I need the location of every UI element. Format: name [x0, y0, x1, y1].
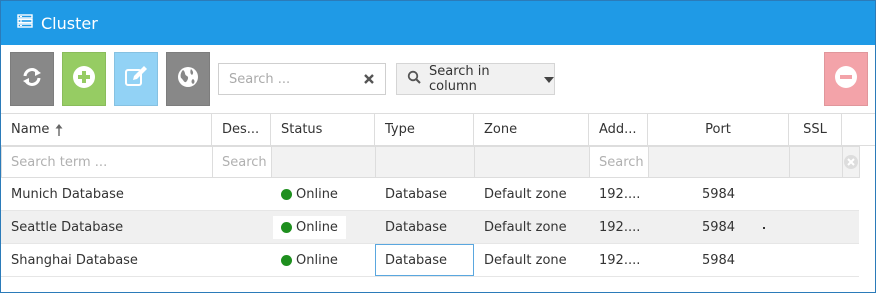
- cell-address: 192....: [599, 187, 641, 202]
- caret-down-icon: [544, 72, 554, 87]
- add-button[interactable]: [62, 52, 106, 106]
- minus-circle-icon: [834, 65, 858, 93]
- status-indicator: Online: [281, 187, 338, 202]
- cursor-mark: [763, 227, 765, 229]
- filter-input-description[interactable]: [213, 147, 271, 177]
- filter-cell-description: [212, 146, 272, 178]
- cell-ssl: [789, 178, 842, 211]
- cell-description: [212, 178, 271, 211]
- cluster-window: Cluster Search ... Search in column Name…: [0, 0, 876, 293]
- edit-button[interactable]: [114, 52, 158, 106]
- filter-row: [1, 146, 875, 178]
- window-title: Cluster: [41, 13, 98, 33]
- window-titlebar: Cluster: [1, 1, 875, 45]
- cell-zone: Default zone: [484, 253, 567, 268]
- plus-circle-icon: [72, 65, 96, 93]
- cell-port: 5984: [701, 220, 736, 235]
- cell-ssl: [789, 244, 842, 277]
- column-header-zone[interactable]: Zone: [474, 114, 589, 145]
- cell-description: [212, 211, 271, 244]
- search-box: [218, 63, 386, 95]
- column-header-label: Port: [705, 122, 731, 137]
- column-header-ssl[interactable]: SSL: [789, 114, 842, 145]
- table-row[interactable]: Munich Database Online Database Default …: [1, 178, 859, 211]
- cell-address: 192....: [599, 253, 641, 268]
- filter-cell-ssl: [789, 146, 843, 178]
- status-indicator: Online: [281, 253, 338, 268]
- column-header-description[interactable]: Des...: [212, 114, 271, 145]
- cell-type: Database: [385, 220, 448, 235]
- column-header-type[interactable]: Type: [375, 114, 474, 145]
- cell-status: Online: [271, 178, 375, 211]
- remove-button[interactable]: [824, 52, 868, 106]
- cell-port: 5984: [701, 187, 736, 202]
- status-text: Online: [296, 187, 338, 202]
- filter-input-address[interactable]: [590, 147, 648, 177]
- filter-cell-name: [1, 146, 213, 178]
- cell-status: Online: [271, 211, 375, 244]
- cell-name: Seattle Database: [11, 220, 124, 235]
- server-icon: [17, 14, 33, 32]
- column-header-address[interactable]: Add...: [589, 114, 648, 145]
- status-online-dot-icon: [281, 189, 292, 200]
- column-header-label: Des...: [222, 122, 260, 137]
- column-header-label: Status: [281, 122, 323, 137]
- cell-address: 192....: [599, 220, 641, 235]
- column-header-label: Name: [11, 122, 50, 137]
- cell-name: Munich Database: [11, 187, 124, 202]
- filter-cell-status: [271, 146, 376, 178]
- cell-ssl: [789, 211, 842, 244]
- search-icon: [407, 70, 421, 88]
- cell-type: Database: [385, 187, 448, 202]
- clear-filter-icon[interactable]: [844, 155, 858, 169]
- sort-ascending-icon: [55, 123, 63, 136]
- cell-type[interactable]: Database: [375, 244, 474, 277]
- cell-zone: Default zone: [484, 220, 567, 235]
- clear-search-icon[interactable]: [362, 72, 376, 86]
- cell-description: [212, 244, 271, 277]
- edit-icon: [123, 64, 149, 94]
- toolbar: Search in column: [1, 45, 875, 113]
- refresh-button[interactable]: [10, 52, 54, 106]
- status-text: Online: [296, 253, 338, 268]
- filter-cell-address: [589, 146, 649, 178]
- globe-button[interactable]: [166, 52, 210, 106]
- table-row[interactable]: Seattle Database Online Database Default…: [1, 211, 859, 244]
- cell-port: 5984: [701, 253, 736, 268]
- table-row[interactable]: Shanghai Database Online Database Defaul…: [1, 244, 859, 277]
- column-header-name[interactable]: Name: [1, 114, 212, 145]
- globe-icon: [176, 65, 200, 93]
- refresh-icon: [20, 65, 44, 93]
- column-header-port[interactable]: Port: [648, 114, 789, 145]
- search-in-column-button[interactable]: Search in column: [396, 63, 555, 95]
- filter-input-name[interactable]: [2, 147, 212, 177]
- status-text: Online: [296, 220, 338, 235]
- column-header-label: SSL: [803, 122, 827, 137]
- filter-cell-type: [375, 146, 475, 178]
- cell-zone: Default zone: [484, 187, 567, 202]
- status-indicator: Online: [273, 216, 346, 239]
- cell-status: Online: [271, 244, 375, 277]
- column-header-label: Type: [385, 122, 415, 137]
- search-in-column-label: Search in column: [429, 64, 490, 94]
- column-header-label: Zone: [484, 122, 518, 137]
- filter-cell-port: [648, 146, 790, 178]
- column-header-status[interactable]: Status: [271, 114, 375, 145]
- column-header-label: Add...: [599, 122, 637, 137]
- cell-name: Shanghai Database: [11, 253, 138, 268]
- search-input[interactable]: [219, 64, 359, 94]
- filter-cell-zone: [474, 146, 590, 178]
- status-online-dot-icon: [281, 222, 292, 233]
- status-online-dot-icon: [281, 255, 292, 266]
- grid-header: Name Des... Status Type Zone Add... Port…: [1, 113, 875, 146]
